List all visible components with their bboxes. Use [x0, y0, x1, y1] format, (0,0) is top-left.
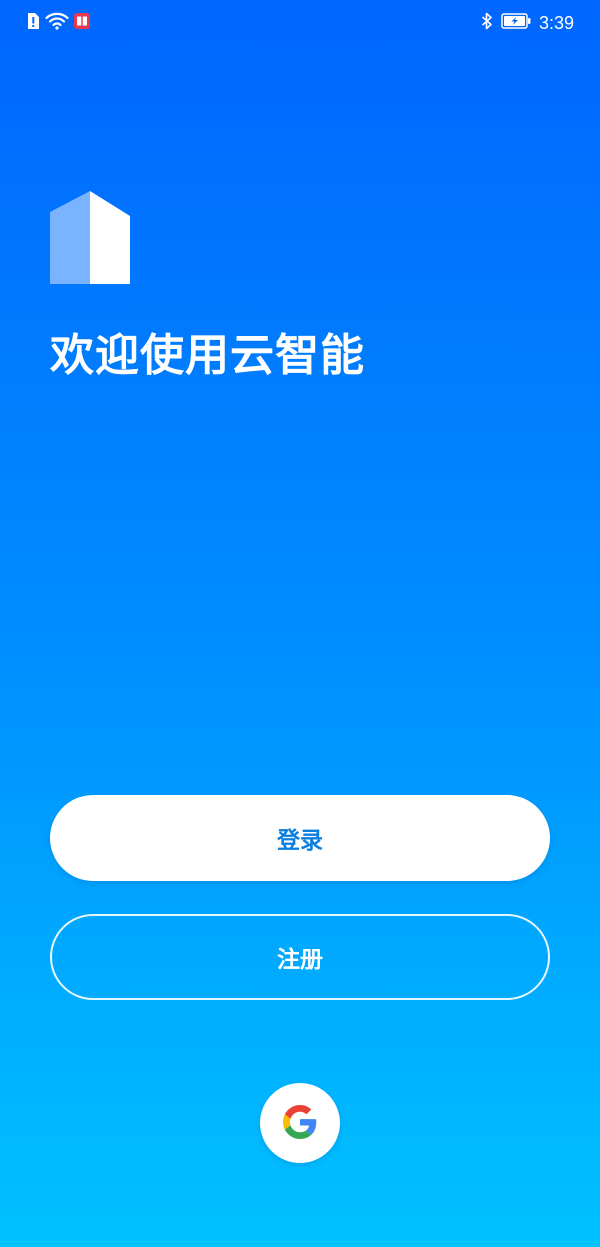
app-logo — [50, 190, 132, 286]
google-login-button[interactable] — [260, 1083, 340, 1163]
google-icon — [283, 1104, 317, 1142]
bluetooth-icon — [481, 12, 493, 34]
status-bar: 3:39 — [0, 0, 600, 46]
status-right-icons: 3:39 — [481, 12, 574, 34]
login-button[interactable]: 登录 — [50, 795, 550, 881]
wifi-icon — [45, 12, 69, 34]
battery-icon — [501, 13, 531, 33]
alert-icon — [26, 12, 40, 34]
register-button[interactable]: 注册 — [50, 914, 550, 1000]
status-time: 3:39 — [538, 13, 574, 33]
welcome-title: 欢迎使用云智能 — [50, 330, 365, 381]
status-left-icons — [26, 12, 90, 34]
notification-app-icon — [74, 13, 90, 33]
